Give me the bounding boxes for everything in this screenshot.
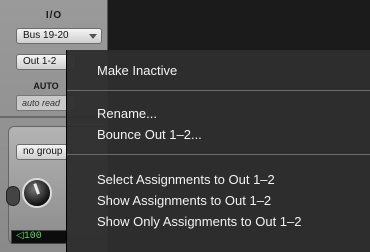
menu-separator — [67, 154, 370, 155]
volume-readout: ◁100 — [11, 230, 67, 244]
output-context-menu: Make Inactive Rename... Bounce Out 1–2..… — [66, 50, 370, 252]
output-selector-label: Out 1-2 — [23, 56, 57, 67]
chevron-down-icon — [89, 34, 97, 39]
io-section-header: I/O — [45, 10, 63, 21]
send-knob[interactable] — [6, 186, 20, 206]
pan-knob-pointer — [33, 183, 40, 195]
group-selector[interactable]: no group — [16, 144, 72, 160]
menu-item-show-only-assignments[interactable]: Show Only Assignments to Out 1–2 — [97, 213, 302, 231]
menu-separator — [67, 90, 370, 91]
menu-item-select-assignments[interactable]: Select Assignments to Out 1–2 — [97, 171, 275, 189]
group-selector-label: no group — [23, 146, 63, 157]
menu-item-make-inactive[interactable]: Make Inactive — [97, 62, 177, 80]
pan-knob[interactable] — [22, 178, 52, 208]
menu-item-bounce[interactable]: Bounce Out 1–2... — [97, 126, 202, 144]
input-selector-label: Bus 19-20 — [23, 30, 69, 41]
menu-item-show-assignments[interactable]: Show Assignments to Out 1–2 — [97, 192, 271, 210]
input-selector[interactable]: Bus 19-20 — [16, 28, 102, 44]
menu-item-rename[interactable]: Rename... — [97, 105, 157, 123]
